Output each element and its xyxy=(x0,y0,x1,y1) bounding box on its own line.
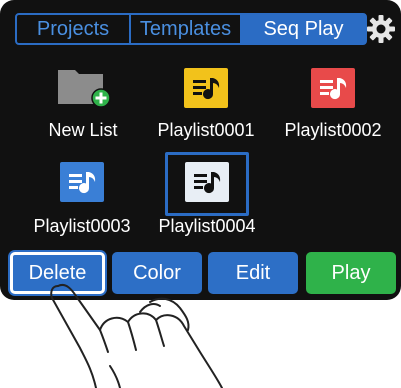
tab-templates[interactable]: Templates xyxy=(131,15,242,43)
gear-icon[interactable] xyxy=(366,14,396,44)
playlist-item[interactable]: Playlist0001 xyxy=(151,64,261,148)
item-label: Playlist0001 xyxy=(157,120,255,140)
item-label: Playlist0004 xyxy=(158,216,256,236)
action-bar: Delete Color Edit Play xyxy=(8,252,396,294)
tab-projects[interactable]: Projects xyxy=(17,15,131,43)
play-button[interactable]: Play xyxy=(306,252,396,294)
playlist-icon xyxy=(185,162,229,202)
playlist-icon xyxy=(184,68,228,108)
tab-bar: Projects Templates Seq Play xyxy=(15,13,367,45)
playlist-item[interactable]: Playlist0003 xyxy=(27,158,137,242)
device-screen: Projects Templates Seq Play New List Pla… xyxy=(0,0,401,300)
item-label: New List xyxy=(48,120,118,140)
item-label: Playlist0003 xyxy=(33,216,131,236)
playlist-icon xyxy=(60,162,104,202)
delete-button[interactable]: Delete xyxy=(10,252,105,294)
tab-seq-play[interactable]: Seq Play xyxy=(242,15,365,43)
playlist-icon xyxy=(311,68,355,108)
item-label: Playlist0002 xyxy=(284,120,382,140)
playlist-item[interactable]: Playlist0002 xyxy=(278,64,388,148)
new-list-item[interactable]: New List xyxy=(28,64,138,148)
new-folder-icon xyxy=(58,70,111,108)
playlist-item-selected[interactable]: Playlist0004 xyxy=(152,158,262,242)
color-button[interactable]: Color xyxy=(112,252,202,294)
edit-button[interactable]: Edit xyxy=(208,252,298,294)
